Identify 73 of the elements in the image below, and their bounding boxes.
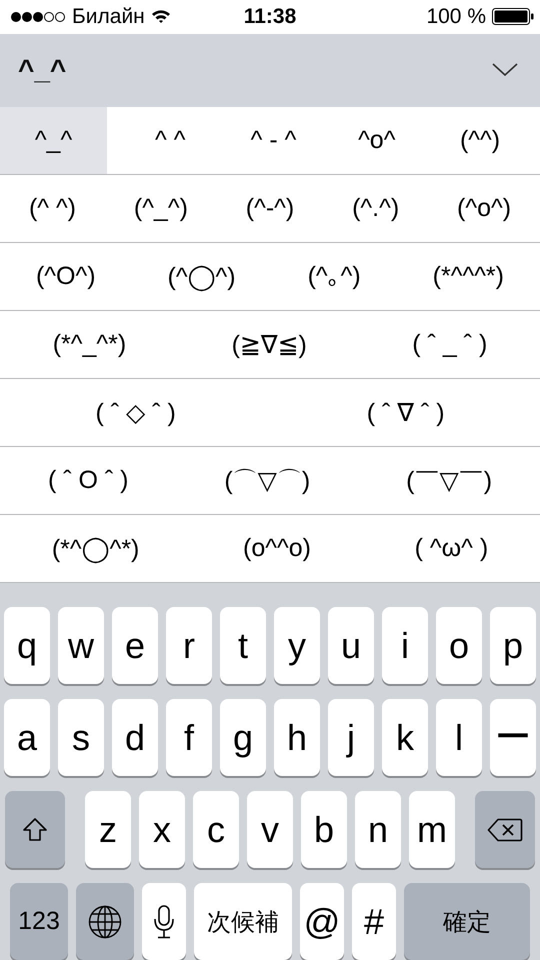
key[interactable]: # xyxy=(352,883,396,960)
key[interactable]: c xyxy=(193,791,239,868)
key[interactable]: z xyxy=(85,791,131,868)
key[interactable]: n xyxy=(355,791,401,868)
shift-icon xyxy=(22,816,48,842)
candidate-item[interactable]: (^o^) xyxy=(449,175,520,242)
key[interactable]: x xyxy=(139,791,185,868)
candidate-item[interactable]: ^_^ xyxy=(0,107,107,174)
delete-key[interactable] xyxy=(475,791,535,868)
clock: 11:38 xyxy=(244,4,296,29)
key[interactable]: p xyxy=(490,607,536,684)
key[interactable]: k xyxy=(382,699,428,776)
battery-percent: 100 % xyxy=(426,4,486,29)
candidate-item[interactable]: ^ - ^ xyxy=(234,107,314,174)
candidate-item[interactable]: (^ ^) xyxy=(20,175,84,242)
key[interactable]: r xyxy=(166,607,212,684)
key[interactable]: j xyxy=(328,699,374,776)
key[interactable]: t xyxy=(220,607,266,684)
backspace-icon xyxy=(487,818,523,842)
shift-key[interactable] xyxy=(5,791,65,868)
battery-icon xyxy=(492,8,534,26)
candidate-item[interactable]: (^O^) xyxy=(28,243,104,310)
candidate-item[interactable]: (^_^) xyxy=(126,175,196,242)
candidate-item[interactable]: ( ˆ ∇ ˆ ) xyxy=(358,379,453,446)
signal-icon xyxy=(10,10,66,23)
key[interactable]: ー xyxy=(490,699,536,776)
candidate-item[interactable]: ^ ^ xyxy=(130,107,210,174)
candidate-item[interactable]: (￣▽￣) xyxy=(398,447,500,514)
microphone-icon xyxy=(153,904,175,938)
key[interactable]: l xyxy=(436,699,482,776)
candidate-item[interactable]: ( ˆ O ˆ ) xyxy=(40,447,136,514)
key[interactable]: g xyxy=(220,699,266,776)
candidate-item[interactable]: ( ˆ _ ˆ ) xyxy=(404,311,496,378)
key[interactable]: s xyxy=(58,699,104,776)
key[interactable]: h xyxy=(274,699,320,776)
wifi-icon xyxy=(150,9,171,24)
candidate-item[interactable]: (^-^) xyxy=(238,175,302,242)
key[interactable]: @ xyxy=(300,883,344,960)
key[interactable]: q xyxy=(4,607,50,684)
candidate-item[interactable]: (*^◯^*) xyxy=(44,515,148,582)
candidate-item[interactable]: (⌒▽⌒) xyxy=(216,447,318,514)
candidate-item[interactable]: (^◯^) xyxy=(160,243,244,310)
key[interactable]: i xyxy=(382,607,428,684)
key[interactable]: y xyxy=(274,607,320,684)
key[interactable]: e xyxy=(112,607,158,684)
candidate-item[interactable]: ( ˆ ◇ ˆ ) xyxy=(87,379,184,446)
key[interactable]: o xyxy=(436,607,482,684)
next-candidate-key[interactable]: 次候補 xyxy=(194,883,292,960)
key[interactable]: f xyxy=(166,699,212,776)
key[interactable]: u xyxy=(328,607,374,684)
key[interactable]: b xyxy=(301,791,347,868)
key[interactable]: a xyxy=(4,699,50,776)
globe-key[interactable] xyxy=(76,883,134,960)
candidate-item[interactable]: (o^^o) xyxy=(235,515,319,582)
candidate-item[interactable]: (^.^) xyxy=(344,175,408,242)
key[interactable]: v xyxy=(247,791,293,868)
confirm-key[interactable]: 確定 xyxy=(404,883,530,960)
candidate-item[interactable]: (≧∇≦) xyxy=(224,311,315,378)
key[interactable]: m xyxy=(409,791,455,868)
numbers-key[interactable]: 123 xyxy=(10,883,68,960)
key[interactable]: w xyxy=(58,607,104,684)
candidate-item[interactable]: (^^) xyxy=(440,107,520,174)
candidate-item[interactable]: (*^^^*) xyxy=(424,243,512,310)
candidate-item[interactable]: ( ^ω^ ) xyxy=(406,515,496,582)
carrier-name: Билайн xyxy=(72,4,145,29)
globe-icon xyxy=(88,904,122,938)
microphone-key[interactable] xyxy=(142,883,186,960)
candidate-item[interactable]: (*^_^*) xyxy=(44,311,134,378)
candidate-item[interactable]: ^o^ xyxy=(336,107,417,174)
composing-text: ^_^ xyxy=(18,54,66,86)
candidate-item[interactable]: (^｡^) xyxy=(300,243,369,310)
key[interactable]: d xyxy=(112,699,158,776)
chevron-down-icon[interactable] xyxy=(492,63,518,78)
